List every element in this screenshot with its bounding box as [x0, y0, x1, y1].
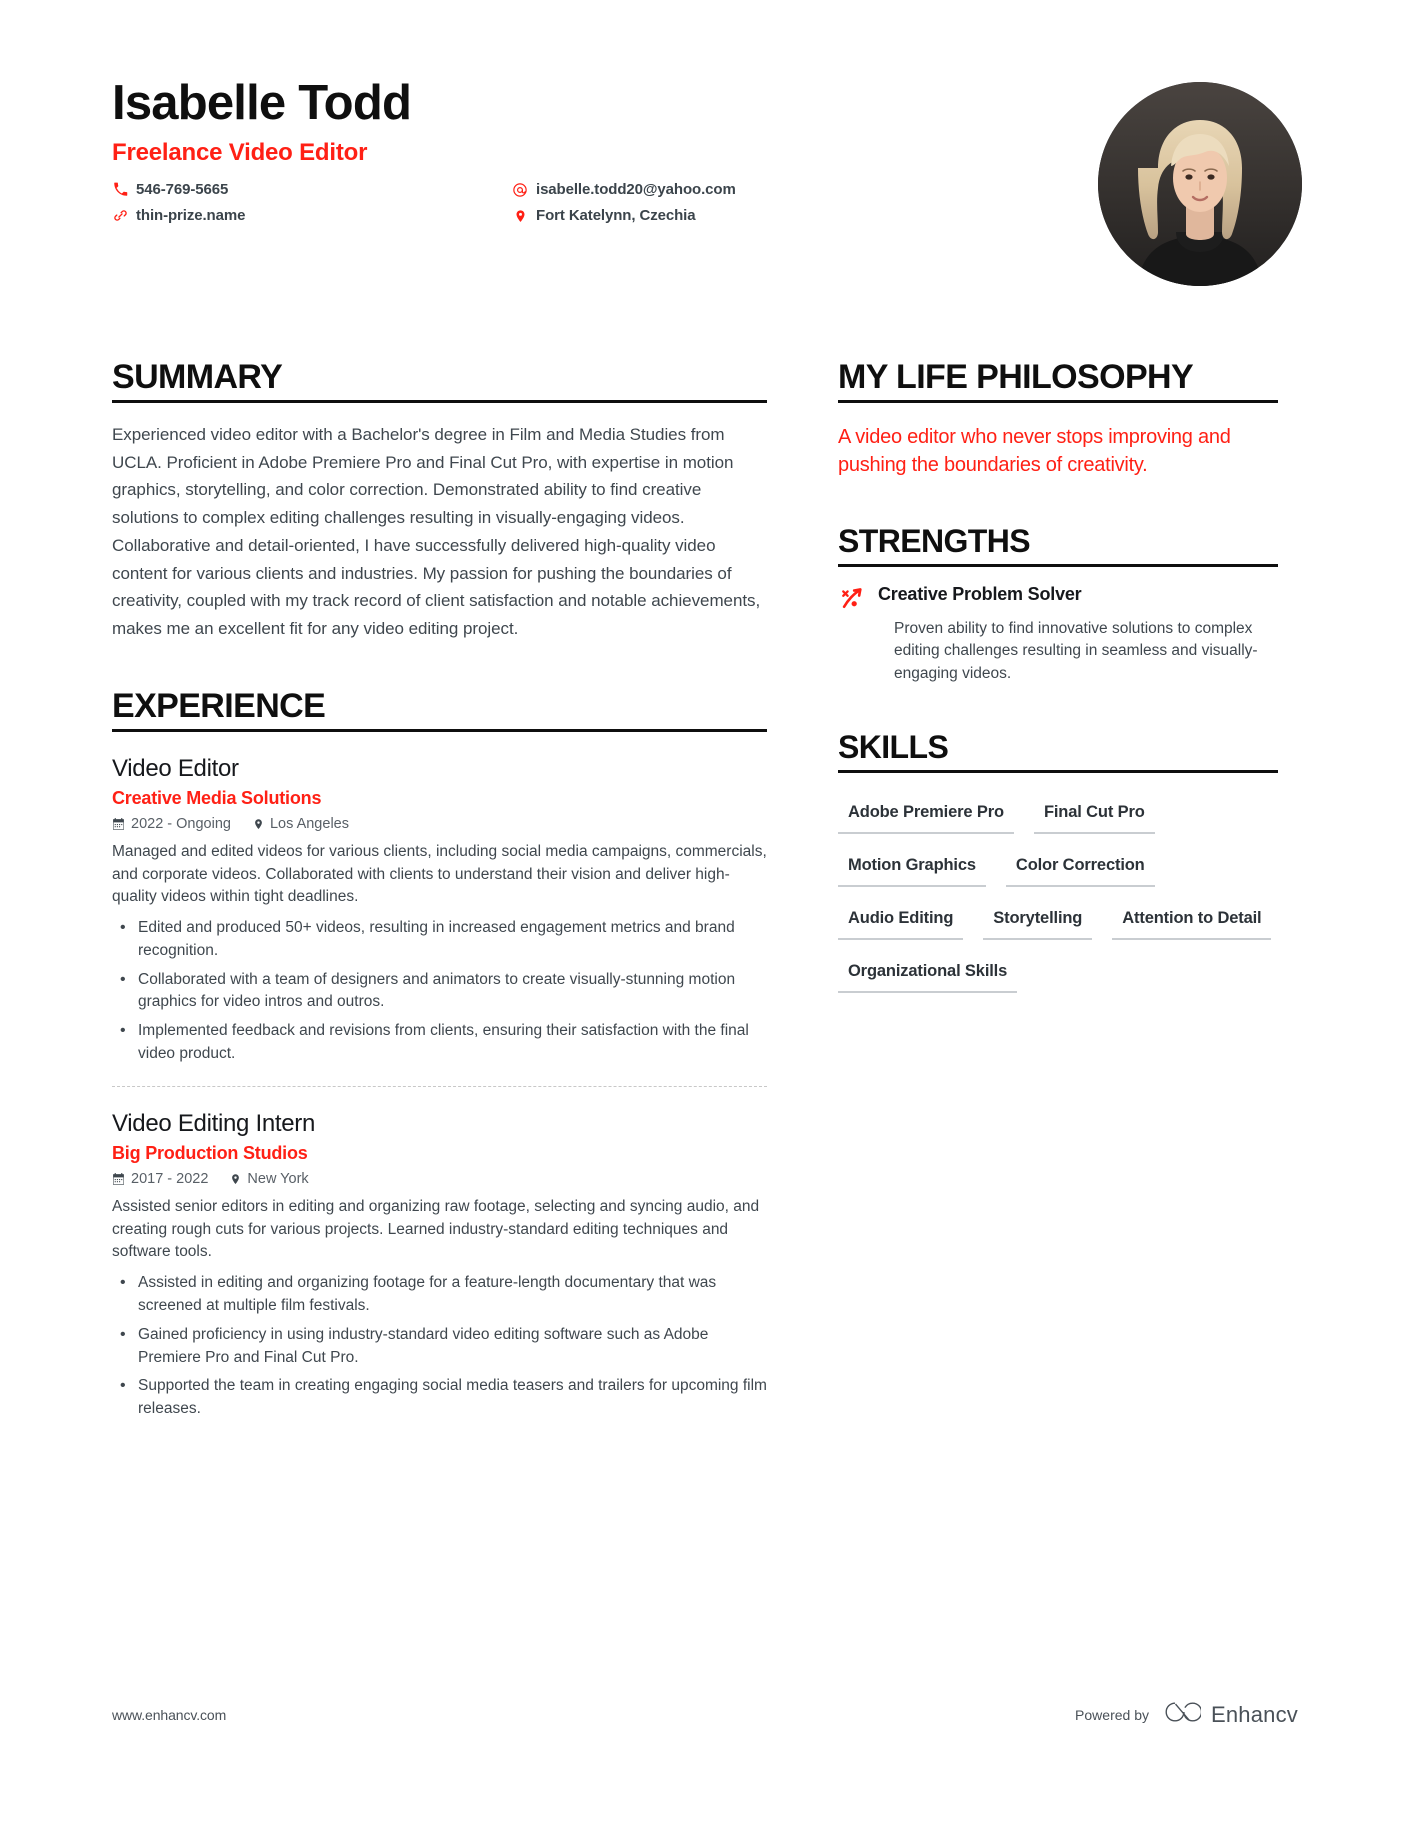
strengths-section-title: STRENGTHS — [838, 523, 1278, 567]
experience-role: Video Editing Intern — [112, 1109, 316, 1137]
enhancv-brand: Enhancv — [1163, 1699, 1298, 1730]
email-icon — [512, 182, 528, 198]
resume-page: Isabelle Todd Freelance Video Editor 546… — [0, 0, 1410, 1826]
experience-location: New York — [230, 1170, 309, 1187]
strength-description: Proven ability to find innovative soluti… — [894, 619, 1258, 683]
skill-tag: Motion Graphics — [838, 844, 986, 887]
summary-section: SUMMARY Experienced video editor with a … — [112, 358, 767, 643]
experience-meta: 2017 - 2022 New York — [112, 1171, 767, 1187]
resume-header: Isabelle Todd Freelance Video Editor 546… — [112, 77, 1302, 298]
experience-bullet: Assisted in editing and organizing foota… — [112, 1271, 767, 1318]
footer-url[interactable]: www.enhancv.com — [112, 1707, 226, 1723]
right-column: MY LIFE PHILOSOPHY A video editor who ne… — [838, 358, 1278, 1003]
skill-tag: Final Cut Pro — [1033, 791, 1155, 834]
experience-entry: Video Editing Intern Big Production Stud… — [112, 1085, 767, 1421]
link-icon — [112, 208, 128, 224]
location-pin-icon — [512, 208, 528, 224]
skill-tag: Organizational Skills — [838, 950, 1018, 993]
strength-name: Creative Problem Solver — [878, 583, 1082, 604]
strength-item: Creative Problem Solver Proven ability t… — [838, 583, 1278, 686]
skill-tag: Adobe Premiere Pro — [838, 791, 1014, 834]
contact-website[interactable]: thin-prize.name — [112, 207, 512, 224]
experience-description: Assisted senior editors in editing and o… — [112, 1197, 760, 1261]
experience-entry: Video Editor Creative Media Solutions 20… — [112, 732, 767, 1066]
experience-location: Los Angeles — [253, 816, 349, 832]
left-column: SUMMARY Experienced video editor with a … — [112, 358, 767, 1427]
experience-bullets: Edited and produced 50+ videos, resultin… — [112, 916, 767, 1066]
resume-footer: www.enhancv.com Powered by Enhancv — [112, 1699, 1298, 1730]
location-pin-icon — [230, 1172, 241, 1186]
experience-bullets: Assisted in editing and organizing foota… — [112, 1271, 767, 1421]
rocket-arrow-icon — [838, 584, 866, 612]
skill-tag: Color Correction — [1005, 844, 1155, 887]
contact-website-value: thin-prize.name — [136, 207, 246, 225]
experience-dates-value: 2022 - Ongoing — [131, 815, 231, 832]
calendar-icon — [112, 1172, 125, 1186]
profile-photo — [1098, 82, 1302, 286]
strengths-section: STRENGTHS Creative Problem Solver Proven… — [838, 523, 1278, 686]
powered-by-label: Powered by — [1075, 1706, 1149, 1723]
experience-bullet: Supported the team in creating engaging … — [112, 1374, 767, 1421]
calendar-icon — [112, 817, 125, 831]
footer-branding: Powered by Enhancv — [1075, 1699, 1298, 1730]
experience-company: Big Production Studios — [112, 1142, 308, 1163]
philosophy-section-title: MY LIFE PHILOSOPHY — [838, 358, 1278, 404]
skill-tag: Audio Editing — [838, 897, 964, 940]
experience-bullet: Gained proficiency in using industry-sta… — [112, 1323, 767, 1370]
location-pin-icon — [253, 817, 264, 831]
experience-section-title: EXPERIENCE — [112, 687, 767, 732]
experience-company: Creative Media Solutions — [112, 787, 322, 808]
skills-section: SKILLS Adobe Premiere Pro Final Cut Pro … — [838, 729, 1278, 1003]
summary-section-title: SUMMARY — [112, 358, 767, 404]
contact-location-value: Fort Katelynn, Czechia — [536, 207, 696, 225]
philosophy-section: MY LIFE PHILOSOPHY A video editor who ne… — [838, 358, 1278, 480]
skill-tag: Storytelling — [983, 897, 1093, 940]
enhancv-brand-name: Enhancv — [1210, 1701, 1298, 1727]
experience-dates-value: 2017 - 2022 — [131, 1170, 209, 1187]
experience-bullet: Implemented feedback and revisions from … — [112, 1019, 767, 1066]
phone-icon — [112, 182, 128, 198]
experience-bullet: Edited and produced 50+ videos, resultin… — [112, 916, 767, 963]
experience-meta: 2022 - Ongoing Los Angeles — [112, 816, 767, 832]
enhancv-logo-icon — [1163, 1699, 1203, 1730]
experience-location-value: New York — [247, 1170, 309, 1187]
skills-section-title: SKILLS — [838, 729, 1278, 773]
skill-tag: Attention to Detail — [1112, 897, 1272, 940]
experience-dates: 2022 - Ongoing — [112, 816, 231, 832]
experience-location-value: Los Angeles — [269, 815, 349, 832]
summary-text: Experienced video editor with a Bachelor… — [112, 425, 761, 638]
experience-dates: 2017 - 2022 — [112, 1171, 208, 1187]
experience-section: EXPERIENCE Video Editor Creative Media S… — [112, 687, 767, 1421]
strength-header: Creative Problem Solver — [838, 583, 1278, 612]
contact-email-value: isabelle.todd20@yahoo.com — [536, 181, 736, 199]
experience-role: Video Editor — [112, 754, 239, 782]
philosophy-text: A video editor who never stops improving… — [838, 426, 1231, 477]
experience-bullet: Collaborated with a team of designers an… — [112, 968, 767, 1015]
contact-phone-value: 546-769-5665 — [136, 181, 229, 199]
contact-phone[interactable]: 546-769-5665 — [112, 181, 512, 198]
skills-list: Adobe Premiere Pro Final Cut Pro Motion … — [838, 791, 1278, 1003]
experience-description: Managed and edited videos for various cl… — [112, 842, 767, 906]
